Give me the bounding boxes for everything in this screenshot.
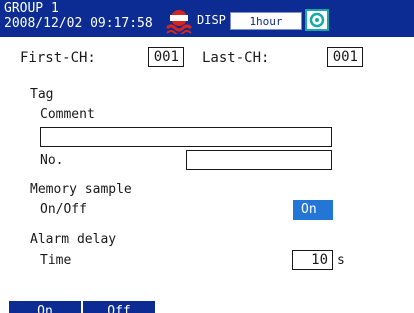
- comment-input[interactable]: [40, 127, 332, 147]
- comment-label: Comment: [40, 107, 95, 122]
- disp-label: DISP: [197, 13, 226, 27]
- last-ch-label: Last-CH:: [202, 50, 270, 66]
- tag-no-input[interactable]: [186, 150, 332, 170]
- softkey-on-button[interactable]: On: [9, 301, 83, 313]
- tag-section-label: Tag: [30, 87, 54, 102]
- first-ch-label: First-CH:: [20, 50, 96, 66]
- status-header: GROUP 1 2008/12/02 09:17:58 DISP 1hour: [0, 0, 414, 37]
- group-title: GROUP 1: [4, 1, 59, 16]
- alarm-delay-label: Alarm delay: [30, 232, 117, 247]
- memory-sample-label: Memory sample: [30, 182, 132, 197]
- softkey-bar: On Off: [0, 301, 414, 313]
- first-ch-field[interactable]: 001: [148, 47, 184, 67]
- alarm-time-label: Time: [40, 253, 72, 268]
- memory-onoff-value[interactable]: On: [293, 200, 333, 220]
- stop-record-icon: [165, 10, 193, 34]
- softkey-off-button[interactable]: Off: [83, 301, 157, 313]
- datetime-display: 2008/12/02 09:17:58: [4, 16, 153, 31]
- memory-onoff-label: On/Off: [40, 202, 87, 217]
- last-ch-field[interactable]: 001: [327, 47, 363, 67]
- display-rate-box: 1hour: [230, 12, 302, 30]
- alarm-time-unit: s: [337, 253, 345, 268]
- record-status-icon: [305, 9, 329, 31]
- alarm-time-field[interactable]: 10: [292, 250, 333, 270]
- tag-no-label: No.: [40, 153, 64, 168]
